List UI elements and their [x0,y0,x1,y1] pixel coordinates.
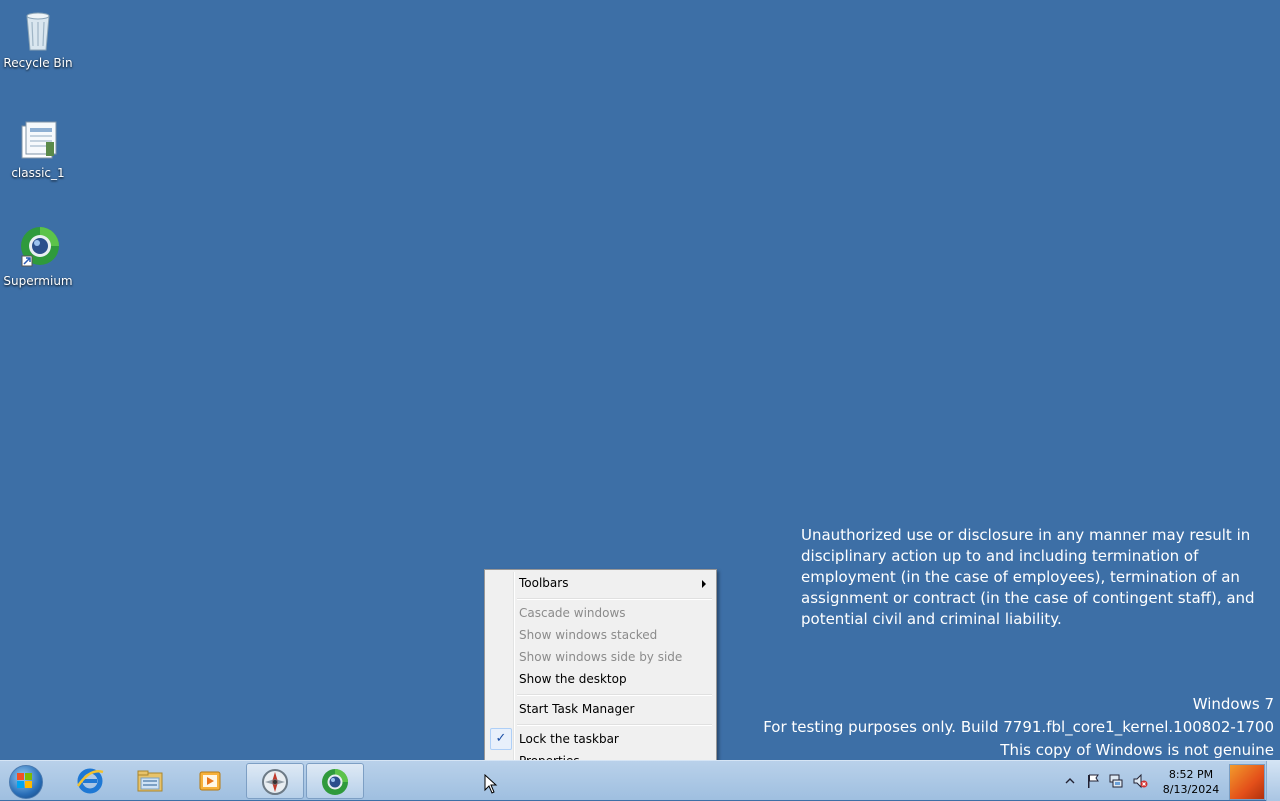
menu-item-show-desktop[interactable]: Show the desktop [487,668,714,690]
network-icon[interactable] [1108,773,1124,789]
system-clock[interactable]: 8:52 PM 8/13/2024 [1158,767,1224,797]
desktop-icon-label: classic_1 [11,166,65,180]
clock-time: 8:52 PM [1168,768,1214,781]
taskbar-button-file-explorer[interactable] [122,763,180,799]
menu-item-toolbars[interactable]: Toolbars [487,572,714,594]
action-center-flag-icon[interactable] [1085,773,1101,789]
document-icon [14,116,62,164]
mouse-cursor-icon [484,774,498,794]
menu-item-lock-taskbar[interactable]: ✓ Lock the taskbar [487,728,714,750]
menu-item-label: Lock the taskbar [519,732,619,746]
menu-item-label: Show the desktop [519,672,627,686]
watermark-build: For testing purposes only. Build 7791.fb… [763,718,1274,736]
taskbar-button-supermium[interactable] [306,763,364,799]
menu-separator [517,724,712,726]
show-desktop-button[interactable] [1266,761,1280,801]
menu-item-show-windows-side-by-side[interactable]: Show windows side by side [487,646,714,668]
desktop-icon-recycle-bin[interactable]: Recycle Bin [0,6,76,70]
menu-item-start-task-manager[interactable]: Start Task Manager [487,698,714,720]
legal-notice-text: Unauthorized use or disclosure in any ma… [801,526,1255,628]
taskbar-button-media-player[interactable] [182,763,240,799]
menu-item-label: Toolbars [519,576,569,590]
show-hidden-icons-icon[interactable] [1062,773,1078,789]
supermium-browser-icon [322,769,348,795]
desktop-icon-supermium[interactable]: Supermium [0,224,76,288]
window-preview-thumbnail-icon[interactable] [1229,764,1265,800]
windows-watermark: Windows 7 For testing purposes only. Bui… [763,693,1274,762]
taskbar-context-menu: Toolbars Cascade windows Show windows st… [484,569,717,774]
start-button[interactable] [4,764,48,799]
volume-muted-icon[interactable] [1132,773,1148,789]
menu-item-show-windows-stacked[interactable]: Show windows stacked [487,624,714,646]
menu-separator [517,598,712,600]
taskbar-button-compass-app[interactable] [246,763,304,799]
taskbar[interactable]: 8:52 PM 8/13/2024 [0,760,1280,801]
checkmark-icon: ✓ [490,728,512,750]
compass-app-icon [262,769,288,795]
watermark-os-name: Windows 7 [1192,695,1274,713]
menu-item-label: Start Task Manager [519,702,635,716]
media-player-icon [199,771,221,791]
menu-item-label: Show windows stacked [519,628,658,642]
desktop-icon-label: Recycle Bin [3,56,73,70]
clock-date: 8/13/2024 [1162,783,1220,796]
recycle-bin-icon [14,6,62,54]
menu-item-cascade-windows[interactable]: Cascade windows [487,602,714,624]
taskbar-button-internet-explorer[interactable] [62,763,120,799]
windows-logo-icon [17,773,33,789]
supermium-browser-icon [14,224,62,272]
desktop-icon-label: Supermium [3,274,73,288]
watermark-genuine: This copy of Windows is not genuine [1000,741,1274,759]
desktop-icon-classic-1[interactable]: classic_1 [0,116,76,180]
submenu-arrow-icon [702,580,706,588]
menu-separator [517,694,712,696]
menu-item-label: Cascade windows [519,606,626,620]
file-explorer-icon [137,770,163,792]
menu-item-label: Show windows side by side [519,650,683,664]
internet-explorer-icon [76,768,104,794]
